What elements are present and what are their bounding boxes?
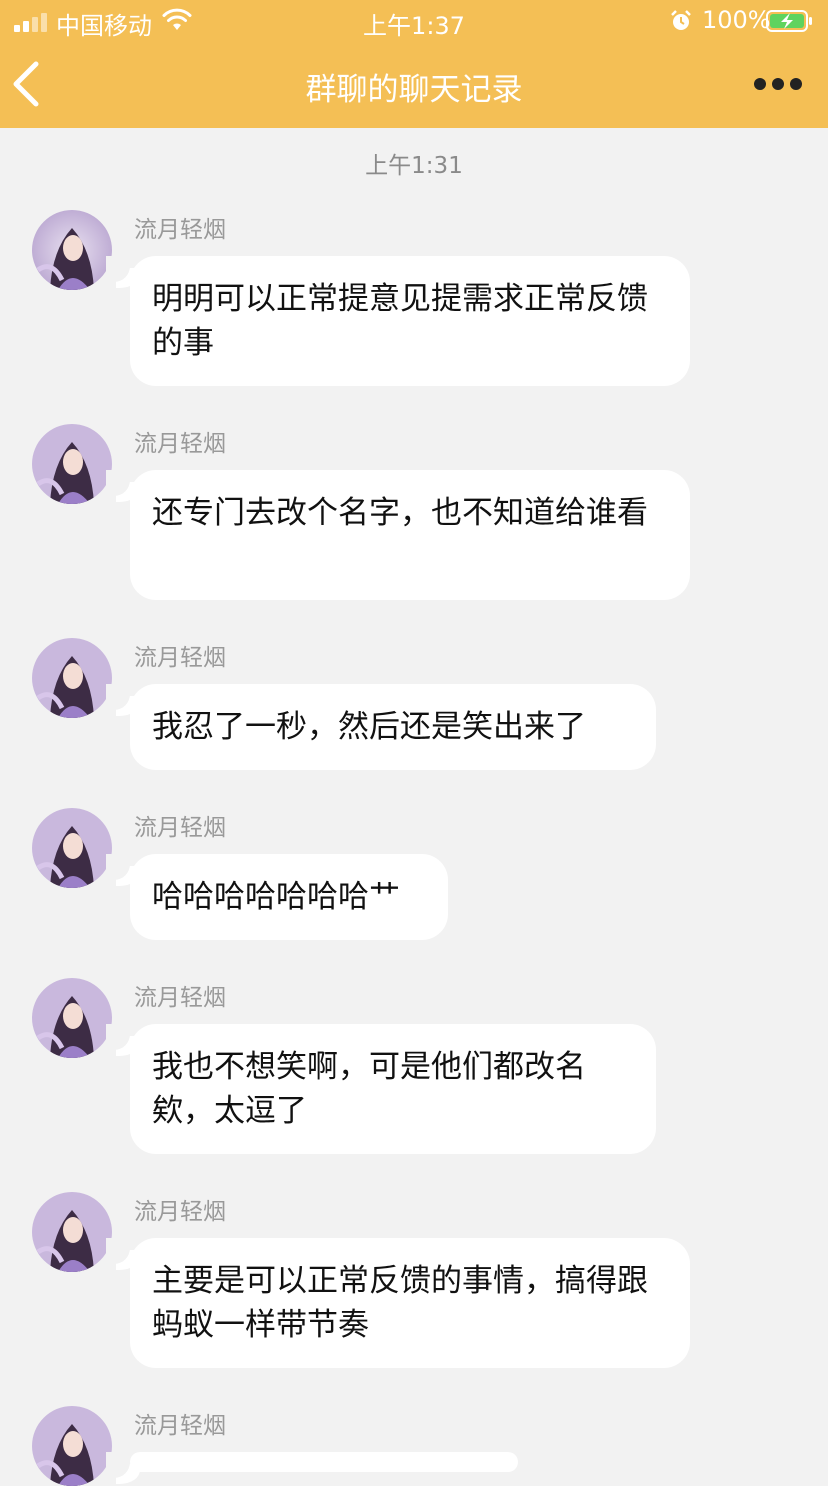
- message-bubble[interactable]: 主要是可以正常反馈的事情，搞得跟蚂蚁一样带节奏: [106, 1238, 690, 1368]
- avatar[interactable]: [32, 1192, 112, 1272]
- battery-percent: 100%: [702, 6, 771, 34]
- sender-name: 流月轻烟: [134, 815, 226, 841]
- top-header: 中国移动 上午1:37 100% 群聊的聊天记录: [0, 0, 828, 128]
- page-title: 群聊的聊天记录: [305, 72, 523, 108]
- message-bubble[interactable]: 哈哈哈哈哈哈哈艹: [106, 854, 448, 940]
- chat-timestamp: 上午1:31: [365, 153, 463, 179]
- sender-name: 流月轻烟: [134, 1199, 226, 1225]
- message-bubble[interactable]: [106, 1452, 518, 1484]
- avatar[interactable]: [32, 638, 112, 718]
- status-bar: 中国移动 上午1:37 100%: [0, 0, 828, 44]
- avatar[interactable]: [32, 1406, 112, 1486]
- sender-name: 流月轻烟: [134, 645, 226, 671]
- sender-name: 流月轻烟: [134, 1413, 226, 1439]
- sender-name: 流月轻烟: [134, 985, 226, 1011]
- avatar[interactable]: [32, 808, 112, 888]
- more-options-icon[interactable]: [752, 72, 804, 96]
- message-bubble[interactable]: 明明可以正常提意见提需求正常反馈的事: [106, 256, 690, 386]
- message-bubble[interactable]: 我忍了一秒，然后还是笑出来了: [106, 684, 656, 770]
- alarm-icon: [671, 10, 691, 30]
- message-bubble[interactable]: 我也不想笑啊，可是他们都改名欸，太逗了: [106, 1024, 656, 1154]
- nav-bar: 群聊的聊天记录: [0, 44, 828, 128]
- sender-name: 流月轻烟: [134, 431, 226, 457]
- avatar[interactable]: [32, 978, 112, 1058]
- message-bubble[interactable]: 还专门去改个名字，也不知道给谁看: [106, 470, 690, 600]
- avatar[interactable]: [32, 424, 112, 504]
- battery-charging-icon: [766, 10, 812, 32]
- sender-name: 流月轻烟: [134, 217, 226, 243]
- avatar[interactable]: [32, 210, 112, 290]
